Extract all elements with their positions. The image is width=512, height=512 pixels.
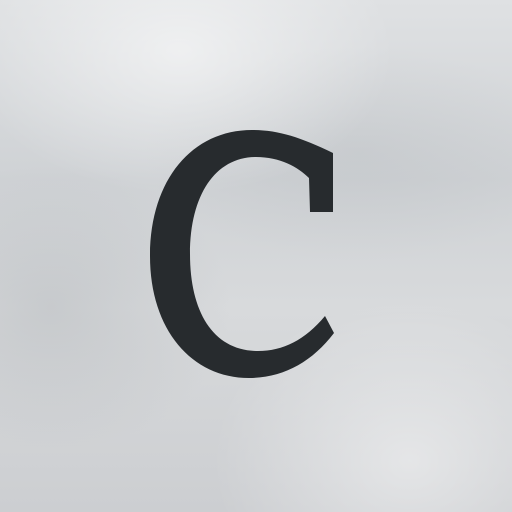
app-icon-tile bbox=[0, 0, 512, 512]
letter-c-icon bbox=[150, 130, 334, 378]
letter-c-glyph bbox=[150, 130, 334, 378]
